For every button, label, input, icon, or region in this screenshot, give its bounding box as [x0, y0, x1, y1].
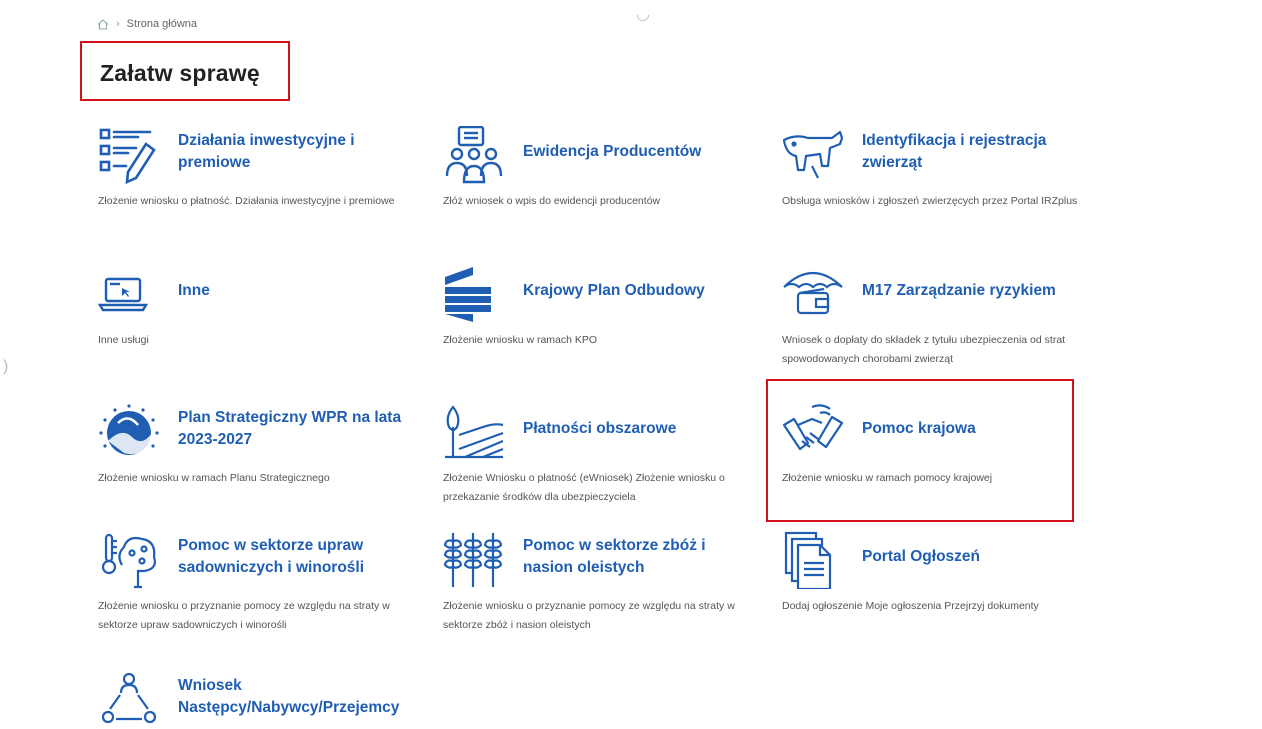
tile-description: Złożenie wniosku w ramach Planu Strategi…: [98, 472, 330, 484]
tile-description: Obsługa wniosków i zgłoszeń zwierzęcych …: [782, 195, 1078, 207]
tile-title[interactable]: Inne: [178, 265, 408, 317]
tile-title[interactable]: Pomoc w sektorze zbóż i nasion oleistych: [523, 531, 753, 583]
tile-title[interactable]: Pomoc w sektorze upraw sadowniczych i wi…: [178, 531, 408, 583]
people-icon: [443, 126, 505, 184]
tile-description: Złożenie wniosku o przyznanie pomocy ze …: [443, 600, 735, 631]
laptop-icon: [98, 265, 160, 323]
cow-icon: [782, 126, 844, 184]
page-edge-mark: ): [3, 358, 9, 375]
wpr-logo-icon: [98, 403, 160, 461]
tile-title[interactable]: Płatności obszarowe: [523, 403, 753, 455]
tile-description: Złóż wniosek o wpis do ewidencji produce…: [443, 195, 661, 207]
breadcrumb-separator: ›: [116, 18, 120, 30]
kpo-logo-icon: [443, 265, 505, 323]
tile-title[interactable]: Portal Ogłoszeń: [862, 531, 1092, 583]
breadcrumb: › Strona główna: [97, 18, 197, 30]
tile-description: Inne usługi: [98, 334, 149, 346]
tile-title[interactable]: Identyfikacja i rejestracja zwierząt: [862, 126, 1092, 178]
tile-title[interactable]: Ewidencja Producentów: [523, 126, 753, 178]
tile-title[interactable]: Plan Strategiczny WPR na lata 2023-2027: [178, 403, 408, 455]
tile-title[interactable]: Wniosek Następcy/Nabywcy/Przejemcy: [178, 671, 408, 723]
tile-description: Dodaj ogłoszenie Moje ogłoszenia Przejrz…: [782, 600, 1039, 612]
tile-title[interactable]: Krajowy Plan Odbudowy: [523, 265, 753, 317]
documents-icon: [782, 531, 844, 589]
pomoc-krajowa-highlight-box: [766, 379, 1074, 522]
tile-title[interactable]: M17 Zarządzanie ryzykiem: [862, 265, 1092, 317]
field-tree-icon: [443, 403, 505, 461]
tile-description: Wniosek o dopłaty do składek z tytułu ub…: [782, 334, 1066, 365]
tile-description: Złożenie Wniosku o płatność (eWniosek) Z…: [443, 472, 725, 503]
wheat-icon: [443, 531, 505, 589]
tile-title[interactable]: Działania inwestycyjne i premiowe: [178, 126, 408, 178]
umbrella-wallet-icon: [782, 265, 844, 323]
tile-description: Złożenie wniosku o przyznanie pomocy ze …: [98, 600, 390, 631]
page-edge-mark: ◡: [636, 6, 650, 23]
fruit-tree-icon: [98, 531, 160, 589]
breadcrumb-current: Strona główna: [126, 18, 197, 30]
tile-description: Złożenie wniosku o płatność. Działania i…: [98, 195, 395, 207]
tile-description: Złożenie wniosku w ramach KPO: [443, 334, 598, 346]
home-icon[interactable]: [97, 18, 109, 30]
cycle-people-icon: [98, 671, 160, 729]
form-edit-icon: [98, 126, 160, 184]
title-highlight-box: [80, 41, 290, 101]
